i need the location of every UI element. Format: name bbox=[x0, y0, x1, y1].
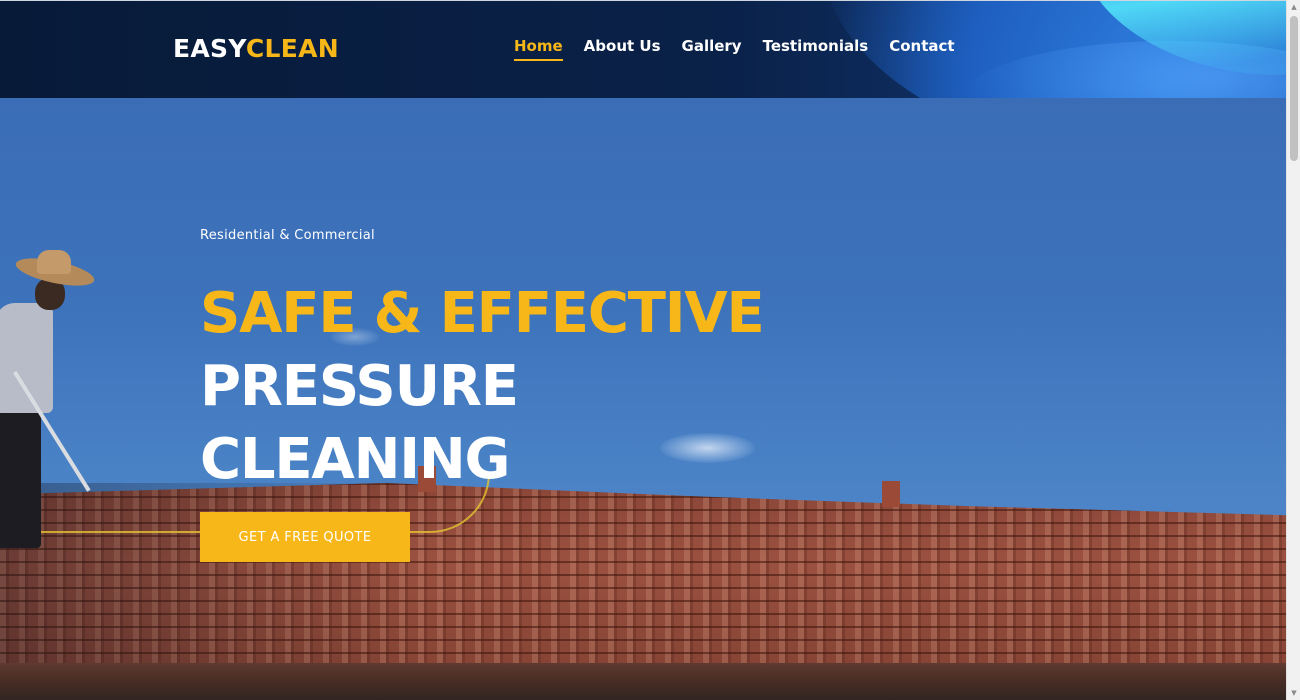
hero-tagline: Residential & Commercial bbox=[200, 228, 375, 243]
scroll-up-icon[interactable]: ▲ bbox=[1287, 0, 1300, 14]
hero-headline-line2: PRESSURE bbox=[200, 354, 519, 419]
nav-item-about-us[interactable]: About Us bbox=[584, 35, 661, 57]
hero-bg-worker bbox=[0, 250, 105, 558]
scrollbar-thumb[interactable] bbox=[1290, 16, 1298, 161]
site-logo[interactable]: EASYCLEAN bbox=[173, 33, 339, 65]
hero-bg-gutter bbox=[0, 663, 1286, 700]
site-header: EASYCLEAN Home About Us Gallery Testimon… bbox=[0, 0, 1286, 98]
hero-headline-line3: CLEANING bbox=[200, 427, 511, 492]
logo-text-easy: EASY bbox=[173, 34, 246, 63]
logo-text-clean: CLEAN bbox=[245, 34, 339, 63]
nav-item-contact[interactable]: Contact bbox=[889, 35, 954, 57]
hero-headline: SAFE & EFFECTIVE PRESSURE CLEANING bbox=[200, 277, 765, 496]
scroll-down-icon[interactable]: ▼ bbox=[1287, 686, 1300, 700]
page: EASYCLEAN Home About Us Gallery Testimon… bbox=[0, 0, 1300, 700]
hero-headline-line1: SAFE & EFFECTIVE bbox=[200, 281, 765, 346]
nav-item-home[interactable]: Home bbox=[514, 35, 563, 61]
nav-item-testimonials[interactable]: Testimonials bbox=[763, 35, 869, 57]
page-scrollbar[interactable]: ▲ ▼ bbox=[1286, 0, 1300, 700]
nav-item-gallery[interactable]: Gallery bbox=[682, 35, 742, 57]
hero-bg-chimney bbox=[882, 481, 900, 507]
get-free-quote-button[interactable]: GET A FREE QUOTE bbox=[200, 512, 410, 562]
main-nav: Home About Us Gallery Testimonials Conta… bbox=[514, 35, 955, 61]
